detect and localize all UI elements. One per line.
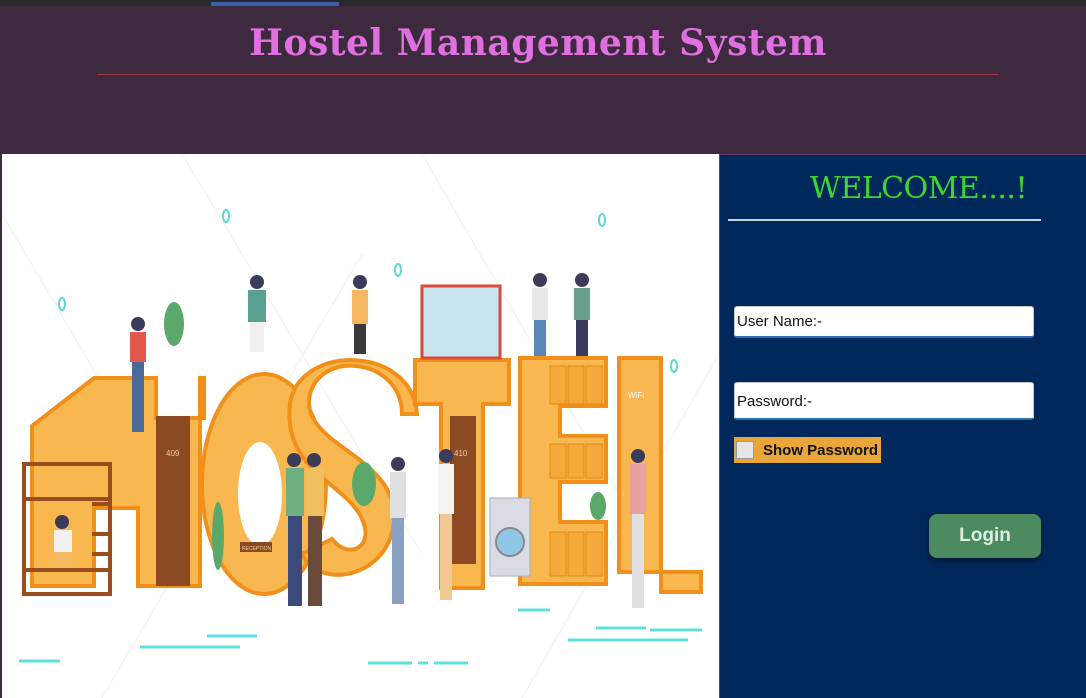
show-password-label: Show Password — [763, 441, 879, 459]
hostel-illustration-svg: 409 24/7 410 WiFi RECEPTION — [2, 154, 719, 698]
wifi-sign: WiFi — [628, 391, 644, 400]
door-number-410: 410 — [454, 449, 468, 458]
reception-label: RECEPTION — [242, 546, 272, 552]
title-divider — [97, 74, 999, 75]
header: Hostel Management System — [0, 6, 1086, 154]
washing-machine — [489, 497, 531, 577]
login-panel: WELCOME....! User Name:- Password:- Show… — [719, 154, 1086, 698]
welcome-heading: WELCOME....! — [810, 171, 1028, 206]
welcome-divider — [728, 219, 1041, 221]
sign-24-7: 24/7 — [250, 365, 266, 374]
door-number-409: 409 — [166, 449, 180, 458]
window — [420, 284, 502, 360]
password-input[interactable]: Password:- — [734, 382, 1034, 420]
hostel-illustration: 409 24/7 410 WiFi RECEPTION — [2, 154, 719, 698]
page-title: Hostel Management System — [249, 22, 827, 64]
show-password-checkbox[interactable]: Show Password — [734, 437, 881, 463]
checkbox-box[interactable] — [736, 441, 754, 459]
door-409 — [156, 416, 190, 586]
username-input[interactable]: User Name:- — [734, 306, 1034, 338]
login-button[interactable]: Login — [929, 514, 1041, 558]
